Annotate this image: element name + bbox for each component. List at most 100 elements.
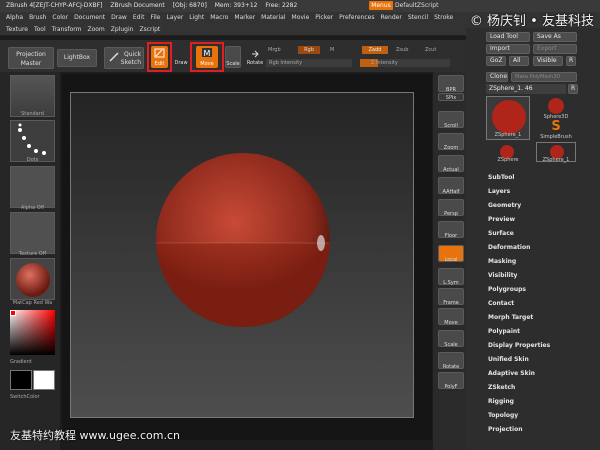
section-zsketch[interactable]: ZSketch — [488, 384, 515, 391]
menu-brush[interactable]: Brush — [29, 12, 46, 24]
section-adaptive-skin[interactable]: Adaptive Skin — [488, 370, 535, 377]
section-rigging[interactable]: Rigging — [488, 398, 514, 405]
menu-material[interactable]: Material — [261, 12, 285, 24]
rightbar-zoom-button[interactable]: Zoom — [438, 133, 464, 151]
rgb-intensity-label: Rgb Intensity — [269, 60, 303, 66]
menus-button[interactable]: Menus — [369, 1, 393, 10]
texture-thumbnail[interactable] — [10, 212, 55, 254]
rgb-intensity-slider[interactable]: Rgb Intensity — [266, 59, 352, 67]
tool-thumb-label-0: ZSphere_1 — [494, 132, 522, 138]
section-polygroups[interactable]: Polygroups — [488, 286, 526, 293]
section-layers[interactable]: Layers — [488, 188, 510, 195]
menu-macro[interactable]: Macro — [210, 12, 228, 24]
section-unified-skin[interactable]: Unified Skin — [488, 356, 529, 363]
section-visibility[interactable]: Visibility — [488, 272, 517, 279]
rightbar-local-button[interactable]: Local — [438, 245, 464, 263]
color-picker[interactable] — [10, 310, 55, 355]
goz-button[interactable]: GoZ — [486, 56, 506, 66]
z-intensity-slider[interactable]: Z Intensity — [360, 59, 450, 67]
menu-stencil[interactable]: Stencil — [408, 12, 428, 24]
rightbar-actual-button[interactable]: Actual — [438, 155, 464, 173]
section-topology[interactable]: Topology — [488, 412, 518, 419]
section-subtool[interactable]: SubTool — [488, 174, 514, 181]
menu-zplugin[interactable]: Zplugin — [111, 24, 134, 35]
current-tool-r-button[interactable]: R — [568, 84, 578, 94]
menu-zoom[interactable]: Zoom — [87, 24, 104, 35]
rightbar-rotate-button[interactable]: Rotate — [438, 352, 464, 370]
make-polymesh-button[interactable]: Make PolyMesh3D — [511, 72, 577, 82]
menu-transform[interactable]: Transform — [52, 24, 82, 35]
rightbar-polyf-button[interactable]: PolyF — [438, 372, 464, 390]
rightbar-move-button[interactable]: Move — [438, 308, 464, 326]
rightbar-spix-button[interactable]: SPix — [438, 93, 464, 101]
m-toggle[interactable]: M — [330, 47, 334, 53]
clone-button[interactable]: Clone — [486, 72, 508, 82]
menu-movie[interactable]: Movie — [292, 12, 310, 24]
all-button[interactable]: All — [509, 56, 529, 66]
default-zscript[interactable]: DefaultZScript — [395, 1, 443, 10]
section-display-properties[interactable]: Display Properties — [488, 342, 550, 349]
stroke-label: Dots — [26, 157, 39, 163]
section-contact[interactable]: Contact — [488, 300, 514, 307]
refresh-r-button[interactable]: R — [566, 56, 576, 66]
menu-alpha[interactable]: Alpha — [6, 12, 23, 24]
import-button[interactable]: Import — [486, 44, 530, 54]
matcap-sphere-icon — [16, 263, 50, 297]
section-surface[interactable]: Surface — [488, 230, 514, 237]
draw-button[interactable]: Draw — [173, 46, 189, 68]
zadd-toggle[interactable]: Zadd — [362, 46, 388, 54]
menu-file[interactable]: File — [150, 12, 160, 24]
menu-stroke[interactable]: Stroke — [434, 12, 453, 24]
document-canvas[interactable] — [70, 92, 414, 418]
rightbar-aahalf-button[interactable]: AAHalf — [438, 177, 464, 195]
section-preview[interactable]: Preview — [488, 216, 515, 223]
material-thumbnail[interactable] — [10, 258, 55, 300]
menu-draw[interactable]: Draw — [111, 12, 127, 24]
save-as-button[interactable]: Save As — [533, 32, 577, 42]
zsphere-model[interactable] — [71, 93, 415, 419]
rightbar-l-sym-button[interactable]: L.Sym — [438, 268, 464, 286]
rightbar-floor-button[interactable]: Floor — [438, 221, 464, 239]
rightbar-scroll-button[interactable]: Scroll — [438, 111, 464, 129]
export-button[interactable]: Export — [533, 44, 577, 54]
section-polypaint[interactable]: Polypaint — [488, 328, 520, 335]
obj-count: [Obj: 6870] — [172, 2, 207, 9]
secondary-color-swatch[interactable] — [33, 370, 55, 390]
color-picker-handle[interactable] — [10, 310, 16, 316]
menu-tool[interactable]: Tool — [34, 24, 46, 35]
projection-master-button[interactable]: Projection Master — [8, 47, 54, 69]
alpha-thumbnail[interactable] — [10, 166, 55, 208]
section-geometry[interactable]: Geometry — [488, 202, 521, 209]
primary-color-swatch[interactable] — [10, 370, 32, 390]
section-masking[interactable]: Masking — [488, 258, 516, 265]
section-morph-target[interactable]: Morph Target — [488, 314, 533, 321]
scale-button[interactable]: Scale — [225, 46, 241, 68]
lightbox-button[interactable]: LightBox — [57, 49, 97, 67]
menu-zscript[interactable]: Zscript — [139, 24, 160, 35]
rightbar-persp-button[interactable]: Persp — [438, 199, 464, 217]
rightbar-scale-button[interactable]: Scale — [438, 330, 464, 348]
zcut-toggle[interactable]: Zcut — [425, 47, 436, 53]
menu-render[interactable]: Render — [380, 12, 401, 24]
mrgb-toggle[interactable]: Mrgb — [268, 47, 281, 53]
zsub-toggle[interactable]: Zsub — [396, 47, 408, 53]
rightbar-frame-button[interactable]: Frame — [438, 288, 464, 306]
menu-preferences[interactable]: Preferences — [339, 12, 374, 24]
menu-document[interactable]: Document — [74, 12, 105, 24]
menu-color[interactable]: Color — [52, 12, 68, 24]
rgb-toggle[interactable]: Rgb — [298, 46, 320, 54]
z-intensity-label: Z Intensity — [371, 60, 398, 66]
menu-light[interactable]: Light — [189, 12, 204, 24]
stroke-thumbnail[interactable] — [10, 120, 55, 162]
menu-texture[interactable]: Texture — [6, 24, 28, 35]
menu-picker[interactable]: Picker — [315, 12, 333, 24]
section-projection[interactable]: Projection — [488, 426, 522, 433]
menu-edit[interactable]: Edit — [133, 12, 145, 24]
menu-layer[interactable]: Layer — [167, 12, 184, 24]
section-deformation[interactable]: Deformation — [488, 244, 530, 251]
load-tool-button[interactable]: Load Tool — [486, 32, 530, 42]
rightbar-bpr-button[interactable]: BPR — [438, 75, 464, 93]
menu-marker[interactable]: Marker — [234, 12, 255, 24]
current-tool-name[interactable]: ZSphere_1. 46 — [486, 84, 566, 94]
visible-button[interactable]: Visible — [533, 56, 563, 66]
